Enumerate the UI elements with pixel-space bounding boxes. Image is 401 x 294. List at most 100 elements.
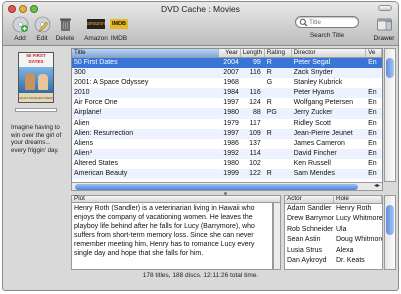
table-row[interactable]: 2001: A Space Odyssey 1968 G Stanley Kubric… bbox=[72, 78, 382, 88]
cell-director: Ken Russell bbox=[293, 159, 331, 167]
cell-title: Alien bbox=[74, 119, 90, 127]
cell-length: 99 bbox=[252, 59, 261, 66]
movie-poster-image[interactable]: 50 FIRST DATES ADAM SANDLER DREW BARRYMO… bbox=[18, 52, 54, 103]
delete-button[interactable]: Delete bbox=[52, 16, 78, 42]
cast-table-header: Actor Role bbox=[285, 196, 382, 204]
cell-length: 117 bbox=[249, 119, 261, 127]
search-field[interactable] bbox=[295, 16, 359, 28]
table-row[interactable]: Air Force One 1997 124 R Wolfgang Petersen En bbox=[72, 98, 382, 108]
cell-director: Jerry Zucker bbox=[293, 109, 333, 117]
drawer-label: Drawer bbox=[373, 35, 395, 42]
cell-year: 1986 bbox=[223, 139, 239, 147]
edit-disc-icon bbox=[34, 16, 51, 33]
tagline-text: Imagine having to win over the girl of y… bbox=[11, 124, 62, 154]
plot-header: Plot bbox=[71, 195, 281, 203]
cell-extra bbox=[366, 68, 382, 78]
cell-length: 122 bbox=[249, 170, 261, 178]
table-row[interactable]: Alien: Resurrection 1997 109 R Jean-Pierre J… bbox=[72, 128, 382, 139]
cell-year: 1979 bbox=[223, 119, 239, 127]
add-disc-icon bbox=[12, 16, 29, 33]
poster-url-field[interactable] bbox=[15, 108, 57, 112]
cast-vertical-scroll-thumb[interactable] bbox=[386, 205, 394, 235]
cast-row[interactable]: Adam Sandler Henry Roth bbox=[285, 204, 382, 214]
cast-row[interactable]: Rob Schneider Ula bbox=[285, 225, 382, 235]
cast-table: Actor Role Adam Sandler Henry Roth Drew Ba… bbox=[284, 195, 383, 270]
table-row[interactable]: 2010 1984 116 Peter Hyams En bbox=[72, 88, 382, 99]
cast-row[interactable]: Drew Barrymore Lucy Whitmore bbox=[285, 214, 382, 224]
table-row[interactable]: Alien³ 1992 114 David Fincher En bbox=[72, 148, 382, 159]
scroll-arrows-icon[interactable]: ◂▸ bbox=[374, 183, 380, 190]
column-header-role[interactable]: Role bbox=[334, 196, 382, 203]
search-area: Search Title bbox=[295, 16, 359, 39]
cell-role: Ula bbox=[335, 225, 347, 233]
column-header-length[interactable]: Length bbox=[241, 49, 265, 57]
plot-textarea[interactable]: Henry Roth (Sandler) is a veterinarian l… bbox=[71, 203, 273, 270]
imdb-logo-icon: IMDB bbox=[110, 19, 128, 29]
cell-actor: Lusia Strus bbox=[287, 246, 323, 254]
toolbar-toggle-button[interactable] bbox=[378, 5, 392, 11]
search-input[interactable] bbox=[309, 18, 355, 26]
table-row[interactable]: Airplane! 1980 88 PG Jerry Zucker En bbox=[72, 108, 382, 119]
cell-title: Aliens bbox=[74, 139, 94, 147]
table-row[interactable]: 50 First Dates 2004 99 R Peter Segal En bbox=[72, 58, 382, 69]
column-header-actor[interactable]: Actor bbox=[285, 196, 334, 203]
cell-director: Peter Segal bbox=[293, 59, 331, 66]
search-icon bbox=[299, 18, 308, 27]
drawer-button[interactable]: Drawer bbox=[371, 16, 397, 42]
poster-figure-right bbox=[38, 74, 48, 90]
cell-rating: R bbox=[266, 99, 272, 107]
cell-year: 1980 bbox=[223, 109, 239, 117]
cell-year: 1984 bbox=[223, 89, 239, 97]
table-row[interactable]: Alien 1979 117 Ridley Scott En bbox=[72, 119, 382, 129]
cell-title: 2001: A Space Odyssey bbox=[74, 79, 149, 87]
table-row[interactable]: Altered States 1980 102 Ken Russell En bbox=[72, 159, 382, 169]
cast-vertical-scrollbar[interactable] bbox=[384, 195, 396, 270]
cover-pane: 50 FIRST DATES ADAM SANDLER DREW BARRYMO… bbox=[5, 48, 69, 278]
imdb-button[interactable]: IMDB IMDB bbox=[106, 16, 132, 42]
app-window: DVD Cache : Movies Add Edit Delete amazo… bbox=[2, 1, 399, 291]
cell-rating: R bbox=[266, 170, 272, 178]
cell-role: Dr. Keats bbox=[335, 256, 365, 264]
cast-row[interactable]: Sean Astin Doug Whitmore bbox=[285, 235, 382, 245]
cell-title: 2010 bbox=[74, 89, 90, 97]
column-header-year[interactable]: Year bbox=[219, 49, 241, 57]
cell-rating: PG bbox=[266, 109, 277, 117]
movies-table-body: 50 First Dates 2004 99 R Peter Segal En 300 200… bbox=[72, 58, 382, 180]
table-row[interactable]: American Beauty 1999 122 R Sam Mendes En bbox=[72, 169, 382, 180]
cell-extra bbox=[366, 78, 382, 88]
cast-row[interactable]: Lusia Strus Alexa bbox=[285, 246, 382, 256]
cell-actor: Rob Schneider bbox=[287, 225, 334, 233]
search-label: Search Title bbox=[309, 32, 345, 39]
window-title: DVD Cache : Movies bbox=[161, 4, 240, 14]
add-label: Add bbox=[14, 35, 26, 42]
cell-year: 1999 bbox=[223, 170, 239, 178]
trash-icon bbox=[57, 16, 74, 33]
cell-length: 114 bbox=[249, 149, 261, 157]
movies-horizontal-scrollbar[interactable]: ◂▸ bbox=[71, 182, 383, 191]
cell-year: 1980 bbox=[223, 159, 239, 167]
table-row[interactable]: 300 2007 116 R Zack Snyder bbox=[72, 68, 382, 79]
movies-vertical-scrollbar[interactable] bbox=[384, 48, 396, 182]
cell-year: 2007 bbox=[223, 69, 239, 77]
movies-vertical-scroll-thumb[interactable] bbox=[386, 58, 394, 78]
movies-horizontal-scroll-thumb[interactable] bbox=[75, 184, 358, 190]
table-row[interactable]: Aliens 1986 137 James Cameron En bbox=[72, 139, 382, 149]
drawer-icon bbox=[376, 16, 393, 33]
column-header-director[interactable]: Director bbox=[292, 49, 367, 57]
cell-length: 116 bbox=[249, 89, 261, 97]
cell-extra: En bbox=[368, 59, 377, 66]
cell-role: Henry Roth bbox=[335, 205, 372, 212]
cell-extra: En bbox=[368, 89, 377, 97]
plot-scrollbar[interactable] bbox=[273, 203, 281, 270]
column-header-rating[interactable]: Rating bbox=[265, 49, 292, 57]
cell-extra: En bbox=[368, 119, 377, 127]
cell-rating: R bbox=[266, 69, 272, 77]
poster-cast-text: ADAM SANDLER DREW BARRYMORE bbox=[19, 93, 53, 102]
cell-extra: En bbox=[368, 99, 377, 107]
column-header-extra[interactable]: Ve bbox=[366, 49, 382, 57]
cell-title: Alien: Resurrection bbox=[74, 129, 134, 137]
cell-actor: Drew Barrymore bbox=[287, 215, 334, 223]
column-header-title[interactable]: Title bbox=[72, 49, 219, 57]
cell-actor: Sean Astin bbox=[287, 236, 321, 244]
cast-row[interactable]: Dan Aykroyd Dr. Keats bbox=[285, 256, 382, 266]
